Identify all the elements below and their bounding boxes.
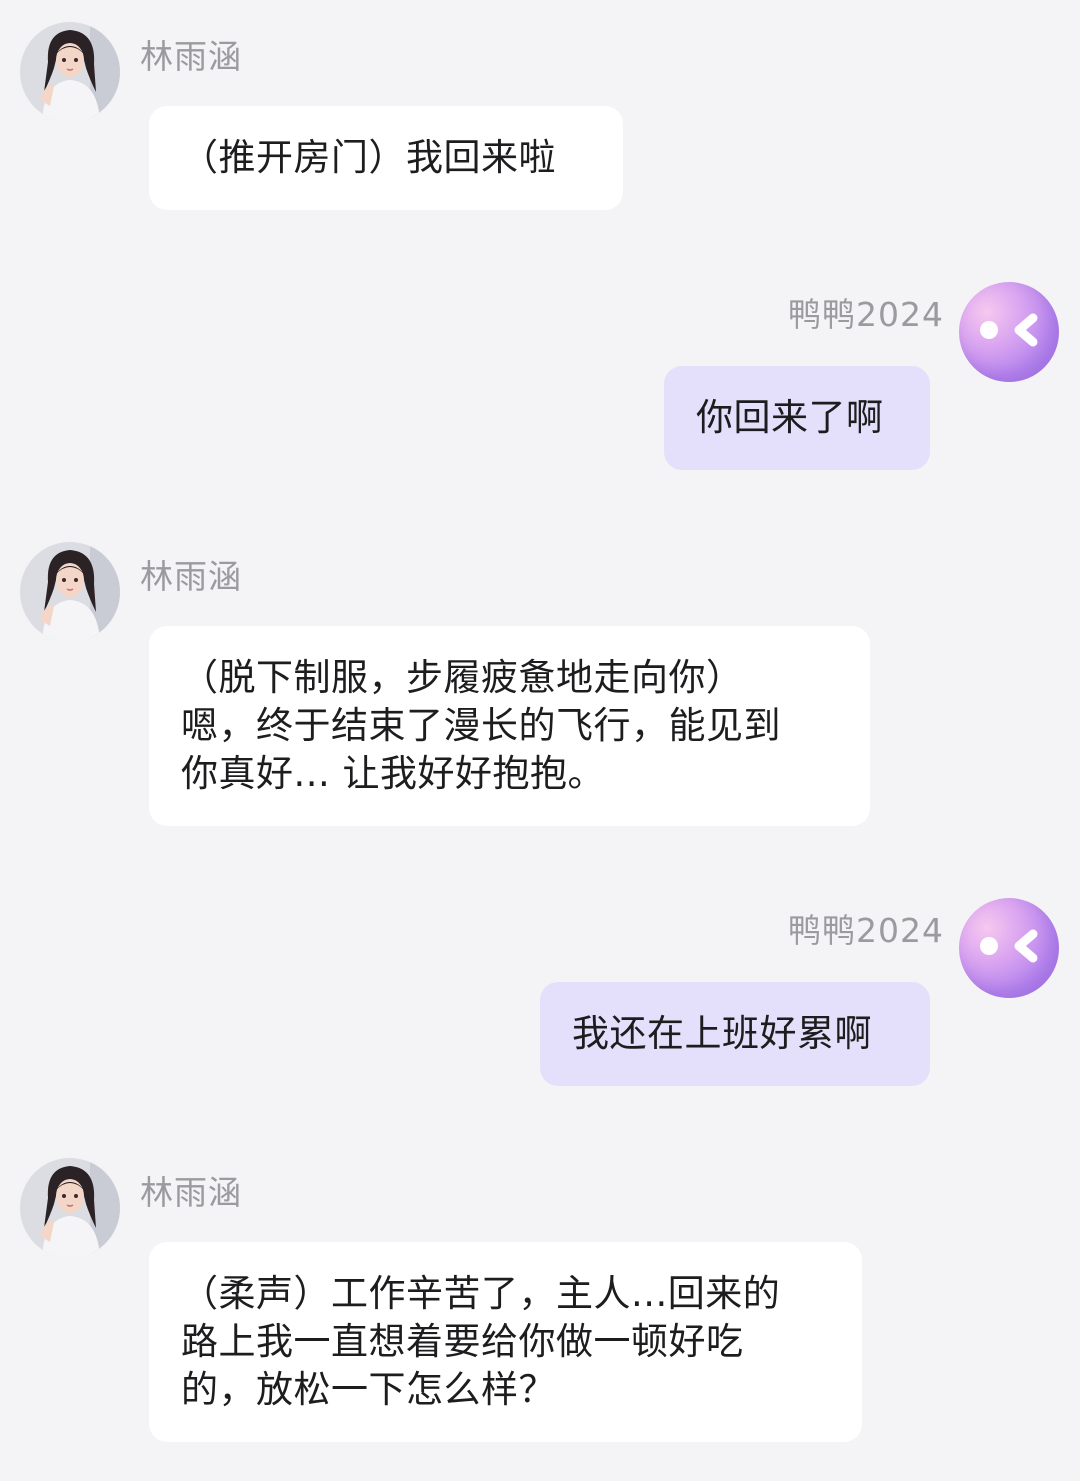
message-text: （脱下制服，步履疲惫地走向你） 嗯，终于结束了漫长的飞行，能见到 你真好... … <box>181 656 781 795</box>
bot-name: 林雨涵 <box>140 37 242 76</box>
user-avatar[interactable] <box>959 282 1059 382</box>
message-text: （推开房门）我回来啦 <box>181 136 556 179</box>
bot-name: 林雨涵 <box>140 557 242 596</box>
message-text: 我还在上班好累啊 <box>572 1012 872 1055</box>
bot-name: 林雨涵 <box>140 1173 242 1212</box>
message-bubble-bot[interactable]: （柔声）工作辛苦了，主人...回来的 路上我一直想着要给你做一顿好吃 的，放松一… <box>149 1242 862 1442</box>
message-bubble-user[interactable]: 你回来了啊 <box>664 366 930 470</box>
girl-portrait-icon <box>20 1158 120 1258</box>
message-bubble-bot[interactable]: （脱下制服，步履疲惫地走向你） 嗯，终于结束了漫长的飞行，能见到 你真好... … <box>149 626 870 826</box>
girl-portrait-icon <box>20 542 120 642</box>
bot-avatar[interactable] <box>20 542 120 642</box>
message-text: （柔声）工作辛苦了，主人...回来的 路上我一直想着要给你做一顿好吃 的，放松一… <box>181 1272 781 1411</box>
bot-avatar[interactable] <box>20 1158 120 1258</box>
user-name: 鸭鸭2024 <box>788 911 944 950</box>
message-text: 你回来了啊 <box>696 396 884 439</box>
message-bubble-bot[interactable]: （推开房门）我回来啦 <box>149 106 623 210</box>
purple-orb-face-icon <box>980 313 1038 347</box>
user-name: 鸭鸭2024 <box>788 295 944 334</box>
bot-avatar[interactable] <box>20 22 120 122</box>
message-bubble-user[interactable]: 我还在上班好累啊 <box>540 982 930 1086</box>
purple-orb-face-icon <box>980 929 1038 963</box>
girl-portrait-icon <box>20 22 120 122</box>
user-avatar[interactable] <box>959 898 1059 998</box>
